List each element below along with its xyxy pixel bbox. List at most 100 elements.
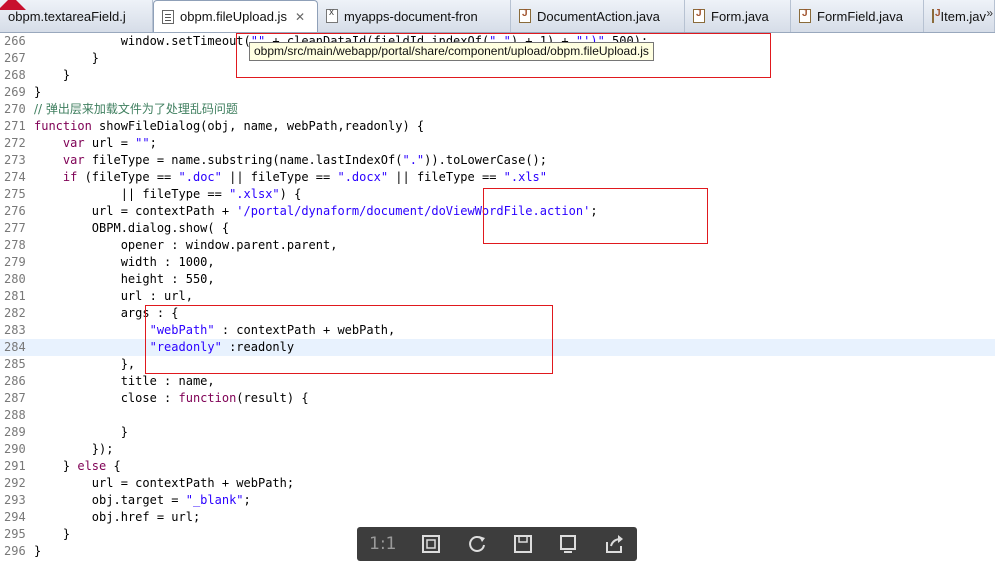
line-number: 274 — [4, 170, 26, 184]
line-number: 269 — [4, 85, 26, 99]
code-text: if (fileType == ".doc" || fileType == ".… — [62, 170, 547, 184]
line-number: 287 — [4, 391, 26, 405]
code-text: }); — [34, 442, 114, 456]
code-line: 279 width : 1000, — [0, 254, 995, 271]
xml-file-icon — [326, 7, 338, 23]
code-line: 274 if (fileType == ".doc" || fileType =… — [0, 169, 995, 186]
java-file-icon — [693, 8, 705, 23]
line-number: 296 — [4, 544, 26, 558]
java-file-icon — [932, 8, 943, 23]
code-line: 289 } — [0, 424, 995, 441]
line-number: 295 — [4, 527, 26, 541]
tab-file-upload[interactable]: obpm.fileUpload.js ✕ — [153, 0, 318, 32]
tab-label: FormField.java — [817, 8, 903, 24]
code-text: } — [34, 51, 100, 65]
line-number: 272 — [4, 136, 26, 150]
code-text: OBPM.dialog.show( { — [34, 221, 230, 235]
code-text: || fileType == ".xlsx") { — [34, 187, 302, 201]
code-text: } else { — [34, 459, 121, 473]
code-text: function showFileDialog(obj, name, webPa… — [34, 119, 425, 133]
code-line: 291 } else { — [0, 458, 995, 475]
code-line: 287 close : function(result) { — [0, 390, 995, 407]
annotation-box-args — [145, 305, 553, 374]
actual-size-button[interactable]: 1:1 — [368, 532, 398, 556]
line-number: 279 — [4, 255, 26, 269]
code-line: 281 url : url, — [0, 288, 995, 305]
code-line: 269} — [0, 84, 995, 101]
tab-document-action[interactable]: DocumentAction.java — [511, 0, 685, 32]
tab-label: myapps-document-fron — [344, 8, 478, 24]
line-number: 267 — [4, 51, 26, 65]
image-viewer-toolbar: 1:1 — [357, 527, 637, 561]
line-number: 271 — [4, 119, 26, 133]
code-text: opener : window.parent.parent, — [34, 238, 338, 252]
code-line: 280 height : 550, — [0, 271, 995, 288]
line-number: 292 — [4, 476, 26, 490]
code-line: 271 function showFileDialog(obj, name, we… — [0, 118, 995, 135]
line-number: 293 — [4, 493, 26, 507]
line-number: 288 — [4, 408, 26, 422]
line-number: 286 — [4, 374, 26, 388]
code-text: } — [34, 544, 42, 558]
code-text: url = contextPath + webPath; — [34, 476, 295, 490]
tab-overflow-icon[interactable]: » — [986, 6, 993, 20]
code-line: 293 obj.target = "_blank"; — [0, 492, 995, 509]
tab-myapps-document[interactable]: myapps-document-fron — [318, 0, 511, 32]
annotation-box-path — [236, 33, 771, 78]
share-icon[interactable] — [602, 532, 626, 556]
line-number: 283 — [4, 323, 26, 337]
java-file-icon — [799, 8, 811, 23]
line-number: 276 — [4, 204, 26, 218]
code-line: 272 var url = ""; — [0, 135, 995, 152]
code-text: width : 1000, — [34, 255, 215, 269]
js-file-icon — [162, 9, 174, 24]
code-text: obj.href = url; — [34, 510, 201, 524]
code-text: } — [34, 527, 71, 541]
close-tab-icon[interactable]: ✕ — [295, 10, 305, 24]
tab-label: obpm.fileUpload.js — [180, 9, 287, 24]
code-line: 290 }); — [0, 441, 995, 458]
fit-screen-icon[interactable] — [419, 532, 443, 556]
tab-label: obpm.textareaField.j — [8, 8, 126, 24]
line-number: 284 — [4, 340, 26, 354]
app-logo-icon — [0, 0, 26, 10]
save-icon[interactable] — [511, 532, 535, 556]
java-file-icon — [519, 8, 531, 23]
copy-icon[interactable] — [556, 532, 580, 556]
line-number: 266 — [4, 34, 26, 48]
line-number: 278 — [4, 238, 26, 252]
code-text: } — [34, 68, 71, 82]
line-number: 281 — [4, 289, 26, 303]
line-number: 270 — [4, 102, 26, 116]
line-number: 294 — [4, 510, 26, 524]
tab-label: Item.jav — [940, 8, 986, 24]
code-comment: // 弹出层来加载文件为了处理乱码问题 — [34, 102, 238, 116]
line-number: 280 — [4, 272, 26, 286]
rotate-icon[interactable] — [465, 532, 489, 556]
tab-item[interactable]: Item.jav — [924, 0, 995, 32]
code-line: 288 — [0, 407, 995, 424]
code-text: obj.target = "_blank"; — [34, 493, 251, 507]
code-line: 292 url = contextPath + webPath; — [0, 475, 995, 492]
tab-form-field[interactable]: FormField.java — [791, 0, 924, 32]
line-number: 273 — [4, 153, 26, 167]
code-editor[interactable]: 266 window.setTimeout("" + cleanDataId(f… — [0, 33, 995, 558]
tab-form[interactable]: Form.java — [685, 0, 791, 32]
editor-tab-bar: obpm.textareaField.j obpm.fileUpload.js … — [0, 0, 995, 33]
annotation-box-action — [483, 188, 708, 244]
line-number: 275 — [4, 187, 26, 201]
tab-textarea-field[interactable]: obpm.textareaField.j — [0, 0, 153, 32]
code-line: 294 obj.href = url; — [0, 509, 995, 526]
line-number: 282 — [4, 306, 26, 320]
code-text: var url = ""; — [62, 136, 157, 150]
line-number: 290 — [4, 442, 26, 456]
line-number: 277 — [4, 221, 26, 235]
code-text: } — [34, 425, 128, 439]
code-line: 270 // 弹出层来加载文件为了处理乱码问题 — [0, 101, 995, 118]
code-text: }, — [34, 357, 136, 371]
code-text: height : 550, — [34, 272, 215, 286]
line-number: 289 — [4, 425, 26, 439]
line-number: 291 — [4, 459, 26, 473]
code-text: close : function(result) { — [34, 391, 309, 405]
code-line: 273 var fileType = name.substring(name.l… — [0, 152, 995, 169]
